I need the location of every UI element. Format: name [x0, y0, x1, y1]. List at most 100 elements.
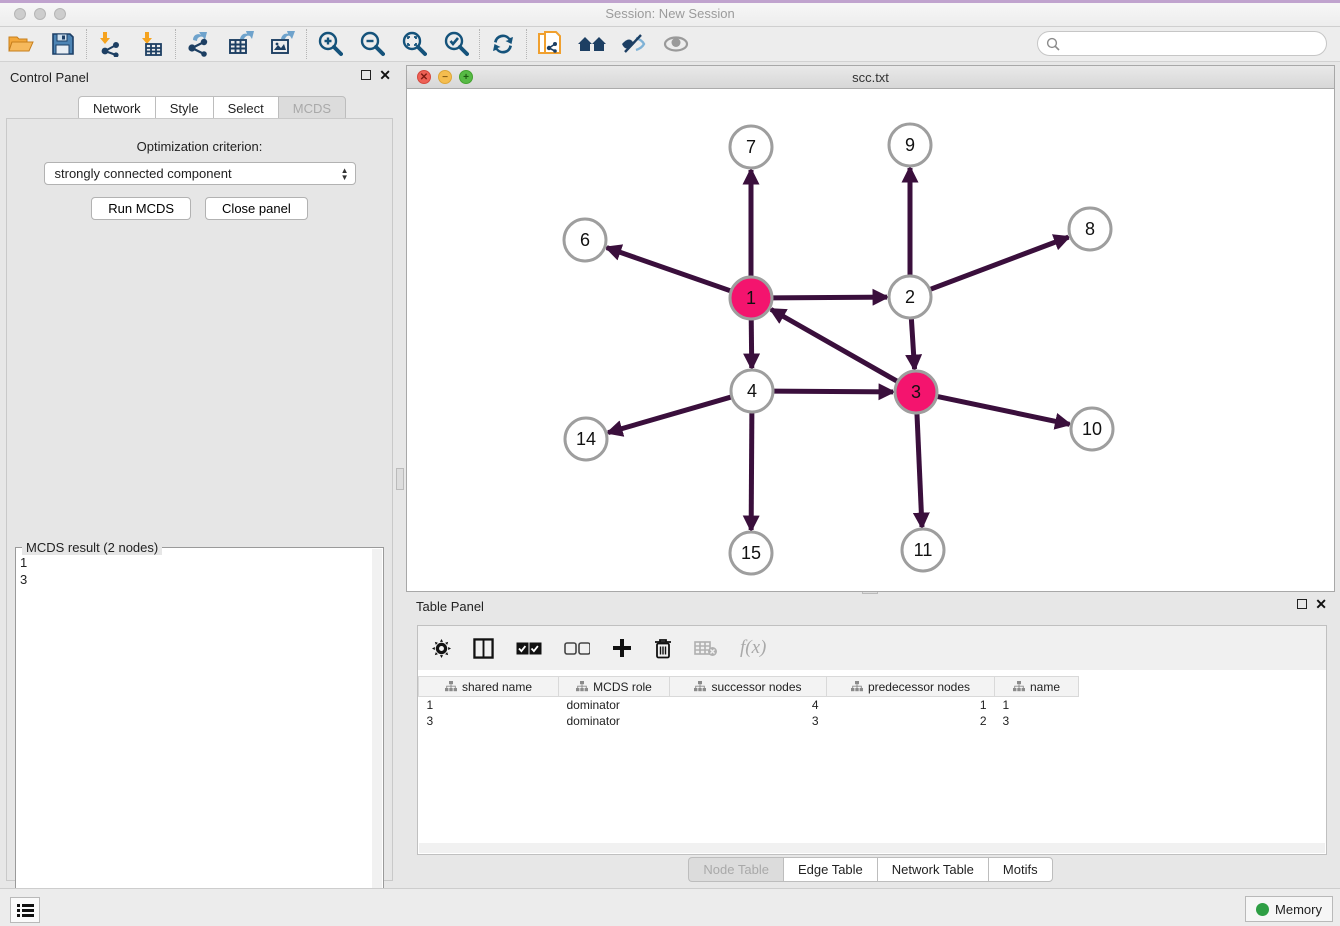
graph-edge-3-1[interactable] — [771, 309, 898, 381]
float-table-panel-icon[interactable] — [1297, 599, 1307, 609]
search-input[interactable] — [1060, 36, 1326, 51]
column-header-predecessor-nodes[interactable]: predecessor nodes — [827, 677, 995, 697]
export-image-button[interactable] — [262, 28, 304, 60]
column-header-name[interactable]: name — [995, 677, 1079, 697]
table-delete-row-button[interactable] — [654, 638, 672, 659]
graph-edge-1-6[interactable] — [607, 248, 731, 291]
open-file-button[interactable] — [0, 28, 42, 60]
hide-selected-button[interactable] — [613, 28, 655, 60]
graph-edge-2-3[interactable] — [911, 318, 914, 369]
network-title: scc.txt — [407, 70, 1334, 85]
clone-network-icon — [536, 30, 564, 58]
toolbar-separator — [306, 29, 307, 59]
table-cell[interactable]: 4 — [670, 697, 827, 713]
table-cell[interactable]: dominator — [559, 697, 670, 713]
zoom-selected-button[interactable] — [435, 28, 477, 60]
export-table-button[interactable] — [220, 28, 262, 60]
table-cell[interactable]: 1 — [827, 697, 995, 713]
refresh-button[interactable] — [482, 28, 524, 60]
import-network-icon — [97, 31, 123, 57]
table-header-row: shared name MCDS role successor nodes prede… — [419, 677, 1327, 697]
task-history-button[interactable] — [10, 897, 40, 923]
float-panel-icon[interactable] — [361, 70, 371, 80]
tab-node-table[interactable]: Node Table — [688, 857, 783, 882]
main-toolbar — [0, 27, 1340, 62]
node-table: shared name MCDS role successor nodes prede… — [418, 676, 1326, 729]
control-panel-title: Control Panel — [10, 70, 89, 85]
mcds-tab-content: Optimization criterion: strongly connect… — [6, 118, 393, 881]
column-label: MCDS role — [593, 680, 652, 694]
zoom-in-button[interactable] — [309, 28, 351, 60]
table-cell[interactable]: 1 — [995, 697, 1079, 713]
optimization-select[interactable]: strongly connected component ▲▼ — [44, 162, 356, 185]
graph-edge-3-11[interactable] — [917, 413, 922, 527]
table-cell[interactable]: 3 — [419, 713, 559, 729]
run-mcds-button[interactable]: Run MCDS — [91, 197, 191, 220]
clone-network-button[interactable] — [529, 28, 571, 60]
table-hscrollbar[interactable] — [419, 843, 1325, 853]
column-header-MCDS-role[interactable]: MCDS role — [559, 677, 670, 697]
table-row[interactable]: 3dominator323 — [419, 713, 1327, 729]
first-neighbors-button[interactable] — [571, 28, 613, 60]
table-cell[interactable]: 3 — [995, 713, 1079, 729]
show-all-button[interactable] — [655, 28, 697, 60]
column-header-successor-nodes[interactable]: successor nodes — [670, 677, 827, 697]
zoom-out-icon — [359, 31, 385, 57]
close-table-panel-icon[interactable]: ✕ — [1315, 599, 1327, 609]
gear-icon — [432, 639, 451, 658]
network-canvas[interactable]: 7968124314101511 — [407, 89, 1334, 591]
plus-icon — [612, 638, 632, 658]
table-deselect-all-button[interactable] — [564, 642, 590, 655]
column-header-shared-name[interactable]: shared name — [419, 677, 559, 697]
table-cell[interactable]: 2 — [827, 713, 995, 729]
result-scrollbar[interactable] — [372, 549, 382, 917]
graph-edge-4-3[interactable] — [773, 391, 893, 392]
open-folder-icon — [8, 33, 34, 55]
vertical-splitter-handle[interactable] — [396, 468, 404, 490]
search-field[interactable] — [1037, 31, 1327, 56]
column-tree-icon — [1013, 681, 1025, 692]
graph-edge-2-8[interactable] — [930, 237, 1069, 289]
import-table-button[interactable] — [131, 28, 173, 60]
tab-network-table[interactable]: Network Table — [877, 857, 988, 882]
table-add-row-button[interactable] — [612, 638, 632, 658]
table-cell[interactable]: dominator — [559, 713, 670, 729]
column-label: name — [1030, 680, 1060, 694]
graph-node-label-8: 8 — [1085, 219, 1095, 239]
graph-node-label-15: 15 — [741, 543, 761, 563]
graph-edge-1-2[interactable] — [772, 297, 887, 298]
close-panel-icon[interactable]: ✕ — [379, 70, 391, 80]
table-delete-table-button[interactable] — [694, 639, 718, 657]
tab-motifs[interactable]: Motifs — [988, 857, 1053, 882]
graph-edge-4-14[interactable] — [608, 397, 732, 433]
graph-edge-3-10[interactable] — [937, 396, 1070, 424]
column-label: successor nodes — [711, 680, 801, 694]
optimization-value: strongly connected component — [55, 166, 232, 181]
delete-table-icon — [694, 639, 718, 657]
graph-edge-4-15[interactable] — [751, 412, 752, 530]
network-titlebar: ✕ − + scc.txt — [407, 66, 1334, 89]
control-panel: Control Panel ✕ Network Style Select MCD… — [0, 68, 399, 881]
memory-button[interactable]: Memory — [1245, 896, 1333, 922]
select-all-icon — [516, 642, 542, 655]
graph-node-label-6: 6 — [580, 230, 590, 250]
graph-edge-1-4[interactable] — [751, 319, 752, 368]
zoom-out-button[interactable] — [351, 28, 393, 60]
save-session-button[interactable] — [42, 28, 84, 60]
table-cell[interactable]: 3 — [670, 713, 827, 729]
zoom-fit-button[interactable] — [393, 28, 435, 60]
table-settings-button[interactable] — [432, 639, 451, 658]
table-select-all-button[interactable] — [516, 642, 542, 655]
table-function-button[interactable]: f(x) — [740, 637, 766, 659]
export-network-button[interactable] — [178, 28, 220, 60]
graph-node-label-7: 7 — [746, 137, 756, 157]
close-panel-button[interactable]: Close panel — [205, 197, 308, 220]
list-icon — [17, 903, 34, 918]
mcds-result-text[interactable]: 1 3 — [20, 554, 369, 914]
window-title: Session: New Session — [0, 6, 1340, 21]
table-row[interactable]: 1dominator411 — [419, 697, 1327, 713]
import-network-button[interactable] — [89, 28, 131, 60]
tab-edge-table[interactable]: Edge Table — [783, 857, 877, 882]
table-columns-button[interactable] — [473, 638, 494, 659]
table-cell[interactable]: 1 — [419, 697, 559, 713]
